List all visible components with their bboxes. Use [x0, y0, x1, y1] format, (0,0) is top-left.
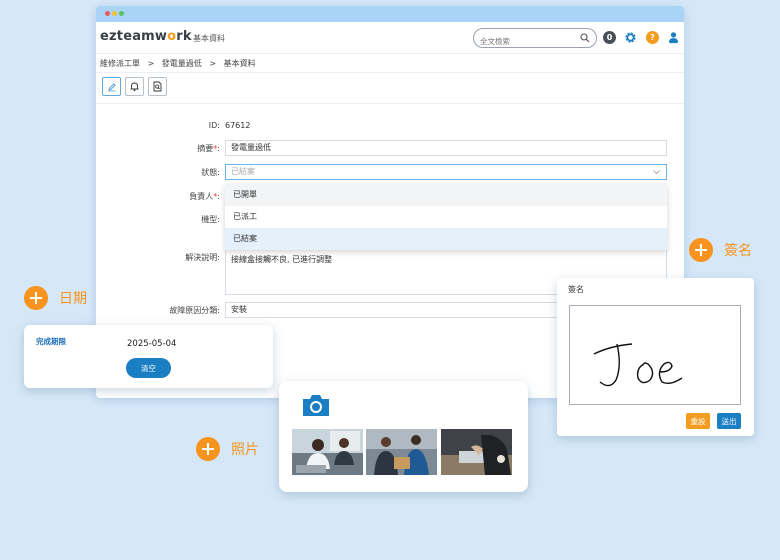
date-callout-label: 日期 — [59, 291, 87, 307]
help-icon[interactable]: ? — [646, 31, 659, 44]
summary-field[interactable]: 發電量過低 — [225, 140, 667, 156]
pencil-icon — [107, 82, 116, 91]
photo-callout-label: 照片 — [231, 442, 259, 458]
resolution-label: 解決說明: — [185, 253, 220, 262]
photo-plus-icon — [196, 437, 220, 461]
status-selected-value: 已結案 — [231, 167, 255, 176]
submit-signature-button[interactable]: 送出 — [717, 413, 741, 429]
breadcrumb-item-ticket[interactable]: 發電量過低 — [162, 59, 202, 68]
camera-icon[interactable] — [301, 393, 331, 418]
signature-card: 簽名 重設 送出 — [557, 278, 754, 436]
id-value: 67612 — [225, 121, 251, 130]
status-select[interactable]: 已結案 — [225, 164, 667, 180]
date-picker-card: 完成期限 2025-05-04 清空 — [24, 325, 273, 388]
search-input[interactable] — [480, 32, 580, 51]
fault-category-label: 故障原因分類: — [169, 306, 220, 315]
close-window-dot[interactable] — [105, 11, 110, 16]
breadcrumb-separator: > — [147, 59, 155, 68]
signature-pad[interactable] — [569, 305, 741, 405]
reset-signature-button[interactable]: 重設 — [686, 413, 710, 429]
signature-callout-label: 簽名 — [724, 243, 752, 259]
signature-title: 簽名 — [568, 285, 584, 294]
date-plus-icon — [24, 286, 48, 310]
owner-label: 負責人*: — [189, 192, 220, 201]
edit-button[interactable] — [102, 77, 121, 96]
window-titlebar — [96, 6, 684, 22]
clear-date-button[interactable]: 清空 — [126, 358, 171, 378]
photo-card — [279, 381, 528, 492]
status-label: 狀態: — [201, 168, 220, 177]
notification-count-badge[interactable]: 0 — [603, 31, 616, 44]
notify-button[interactable] — [125, 77, 144, 96]
photo-thumbnail[interactable] — [292, 429, 363, 475]
due-date-label: 完成期限 — [36, 337, 66, 346]
gear-icon[interactable] — [624, 31, 637, 44]
user-icon[interactable] — [667, 31, 680, 44]
toolbar — [96, 72, 684, 104]
summary-label: 摘要*: — [197, 144, 220, 153]
app-header: ezteamwork 基本資料 0 ? — [96, 22, 684, 54]
due-date-value[interactable]: 2025-05-04 — [127, 339, 176, 349]
search-icon[interactable] — [580, 33, 590, 43]
signature-plus-icon — [689, 238, 713, 262]
header-page-name: 基本資料 — [193, 34, 225, 43]
search-box[interactable] — [473, 28, 597, 51]
breadcrumb: 維修派工單 > 發電量過低 > 基本資料 — [100, 58, 261, 69]
status-option-closed[interactable]: 已結案 — [225, 228, 667, 250]
bell-icon — [130, 82, 139, 92]
chevron-down-icon — [653, 170, 660, 175]
breadcrumb-item-current: 基本資料 — [223, 59, 256, 68]
minimize-window-dot[interactable] — [112, 11, 117, 16]
preview-button[interactable] — [148, 77, 167, 96]
breadcrumb-separator: > — [209, 59, 217, 68]
breadcrumb-item-workorder[interactable]: 維修派工單 — [100, 59, 140, 68]
maximize-window-dot[interactable] — [119, 11, 124, 16]
signature-drawing — [593, 343, 683, 387]
status-option-opened[interactable]: 已開單 — [225, 184, 667, 206]
photo-thumbnail[interactable] — [441, 429, 512, 475]
app-logo[interactable]: ezteamwork — [100, 29, 192, 44]
status-option-dispatched[interactable]: 已派工 — [225, 206, 667, 228]
model-label: 機型: — [201, 215, 220, 224]
photo-thumbnail[interactable] — [366, 429, 437, 475]
id-label: ID: — [208, 121, 220, 130]
document-search-icon — [153, 81, 162, 92]
status-dropdown: 已開單 已派工 已結案 — [225, 184, 667, 250]
